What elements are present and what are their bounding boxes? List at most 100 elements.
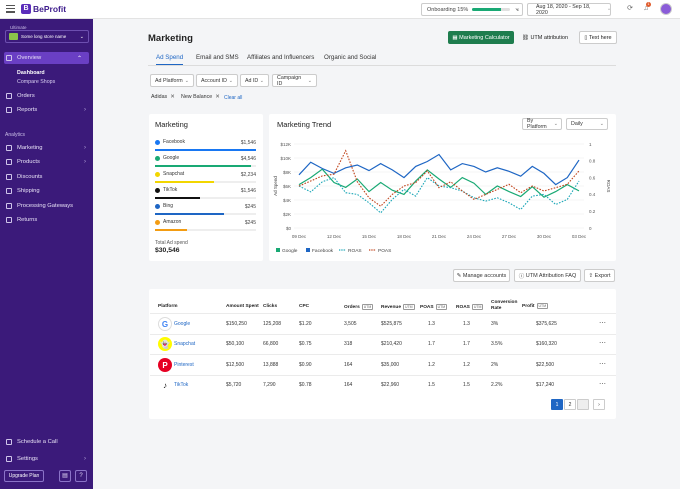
platform-label: Google	[163, 155, 180, 161]
divider	[150, 354, 616, 355]
sidebar-item-discounts[interactable]: Discounts	[0, 171, 93, 183]
platform-link[interactable]: Snapchat	[174, 341, 195, 347]
export-button[interactable]: ⇪ Export	[584, 269, 615, 282]
sidebar-item-shipping[interactable]: Shipping	[0, 185, 93, 197]
manage-accounts-button[interactable]: ✎ Manage accounts	[453, 269, 510, 282]
expand-icon[interactable]: ⌄	[512, 4, 522, 14]
cell-roas: 1.7	[463, 341, 470, 347]
close-icon[interactable]: ✕	[215, 94, 219, 100]
report-icon	[6, 107, 12, 113]
platform-bar	[155, 213, 256, 215]
col-header: CPC	[299, 304, 310, 309]
page-1-button[interactable]: 1	[551, 399, 563, 410]
utm-attribution-button[interactable]: ⛓ UTM attribution	[517, 31, 573, 44]
calendar-icon: ▫	[608, 6, 610, 13]
sidebar-item-products[interactable]: Products ›	[0, 156, 93, 168]
sidebar-item-label: Overview	[17, 55, 42, 61]
chevron-right-icon: ›	[84, 159, 86, 165]
chevron-right-icon: ›	[84, 145, 86, 151]
marketing-calculator-button[interactable]: ▦ Marketing Calculator	[448, 31, 514, 44]
x-tick-label: 03 Dec	[572, 234, 587, 239]
sidebar-item-overview[interactable]: Overview ⌃	[4, 52, 89, 64]
close-icon[interactable]: ✕	[170, 94, 174, 100]
platform-name: Bing	[155, 203, 173, 209]
sidebar-item-reports[interactable]: Reports ›	[0, 104, 93, 116]
platform-label: Snapchat	[163, 171, 185, 177]
filter-ad-id[interactable]: Ad ID ⌄	[240, 74, 269, 87]
col-header-label: Orders	[344, 305, 360, 310]
divider	[150, 375, 616, 376]
legend-swatch	[276, 248, 280, 252]
platform-link[interactable]: Google	[174, 321, 190, 327]
cell-poas: 1.7	[428, 341, 435, 347]
menu-icon[interactable]	[6, 5, 15, 13]
sidebar-item-orders[interactable]: Orders	[0, 90, 93, 102]
platform-link[interactable]: TikTok	[174, 382, 188, 388]
onboarding-label: Onboarding	[427, 6, 456, 13]
sidebar-sub-dashboard[interactable]: Dashboard	[17, 70, 45, 76]
row-menu-icon[interactable]: ⋯	[599, 360, 607, 368]
text-here-button[interactable]: ▯ Text here	[579, 31, 617, 44]
period-select[interactable]: Daily ⌄	[566, 118, 608, 130]
by-platform-select[interactable]: By Platform ⌄	[522, 118, 562, 130]
row-menu-icon[interactable]: ⋯	[599, 380, 607, 388]
notification-badge: 1	[646, 2, 651, 7]
tab-organic-social[interactable]: Organic and Social	[324, 54, 376, 61]
app-logo[interactable]: B BeProfit	[21, 4, 66, 14]
series-line-google	[298, 168, 580, 198]
help-icon[interactable]: ?	[75, 470, 87, 482]
date-range-picker[interactable]: Aug 18, 2020 - Sep 18, 2020 ▫	[527, 3, 611, 16]
col-header: Clicks	[263, 304, 278, 309]
avatar[interactable]	[660, 3, 672, 15]
chip-label: Adidas	[151, 94, 168, 100]
cell-roas: 1.2	[463, 362, 470, 368]
tab-email-sms[interactable]: Email and SMS	[196, 54, 239, 61]
tab-ad-spend[interactable]: Ad Spend	[156, 54, 184, 65]
cell-conv: 2%	[491, 362, 499, 368]
button-label: Export	[594, 272, 611, 279]
marketing-trend-title: Marketing Trend	[277, 120, 332, 129]
platform-link[interactable]: Pinterest	[174, 362, 194, 368]
legend-item: POAS	[369, 248, 391, 254]
filter-ad-platform[interactable]: Ad Platform ⌄	[150, 74, 194, 87]
platform-spend-row: Amazon $245	[155, 219, 256, 239]
cell-amount: $50,100	[226, 341, 245, 347]
sidebar-item-schedule-call[interactable]: Schedule a Call	[0, 436, 93, 448]
refresh-icon[interactable]: ⟳	[625, 4, 635, 14]
sidebar-item-label: Reports	[17, 107, 38, 113]
onboarding-progress[interactable]: Onboarding 15% ⌄	[421, 3, 523, 16]
page-blank-button[interactable]	[577, 399, 589, 410]
utm-faq-button[interactable]: ⓘ UTM Attribution FAQ	[514, 269, 581, 282]
clear-all-link[interactable]: Clear all	[224, 95, 242, 101]
button-label: Marketing Calculator	[459, 34, 510, 41]
next-page-button[interactable]: ›	[593, 399, 605, 410]
date-range-text: Aug 18, 2020 - Sep 18, 2020	[536, 3, 591, 16]
filter-chip: New Balance ✕	[181, 94, 220, 100]
tab-affiliates[interactable]: Affiliates and Influencers	[247, 54, 314, 61]
filter-campaign-id[interactable]: Campaign ID ⌄	[272, 74, 317, 87]
sidebar-item-settings[interactable]: Settings ›	[0, 453, 93, 465]
row-menu-icon[interactable]: ⋯	[599, 319, 607, 327]
upgrade-plan-button[interactable]: Upgrade Plan	[4, 470, 44, 482]
platform-name: Snapchat	[155, 171, 184, 177]
chevron-right-icon: ›	[84, 107, 86, 113]
tag-icon	[6, 174, 12, 180]
sidebar-item-marketing[interactable]: Marketing ›	[0, 142, 93, 154]
store-selector[interactable]: Some long store name ⌄	[5, 30, 89, 43]
cell-poas: 1.2	[428, 362, 435, 368]
sidebar-item-returns[interactable]: Returns	[0, 214, 93, 226]
y2-tick-label: 0.8	[589, 159, 596, 164]
y-tick-label: $2K	[283, 212, 291, 217]
platform-name: Facebook	[155, 139, 185, 145]
platform-label: Amazon	[163, 219, 182, 225]
cell-revenue: $35,000	[381, 362, 400, 368]
series-line-facebook	[298, 153, 580, 186]
sidebar-item-gateways[interactable]: Processing Gateways	[0, 200, 93, 212]
calendar-icon[interactable]: ▤	[59, 470, 71, 482]
filter-account-id[interactable]: Account ID ⌄	[196, 74, 238, 87]
platform-bar-fill	[155, 165, 251, 167]
page-2-button[interactable]: 2	[564, 399, 576, 410]
col-header: Platform	[158, 304, 178, 309]
sidebar-sub-compare-shops[interactable]: Compare Shops	[17, 79, 55, 85]
row-menu-icon[interactable]: ⋯	[599, 339, 607, 347]
